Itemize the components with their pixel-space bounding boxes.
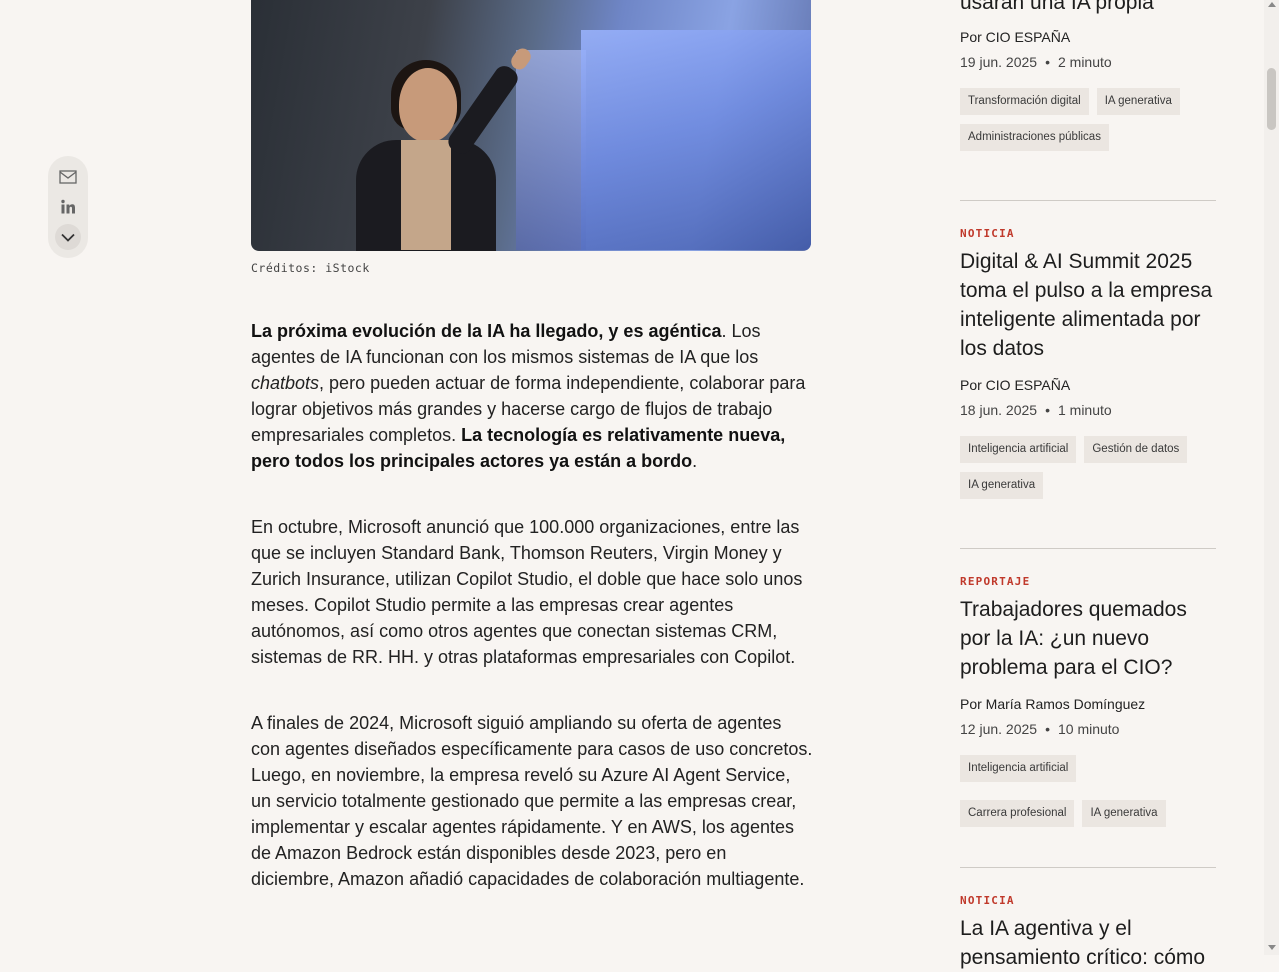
tag[interactable]: IA generativa [960,472,1044,499]
card-kicker: REPORTAJE [960,575,1031,588]
hero-image [251,0,811,251]
divider [960,200,1216,201]
tag[interactable]: Inteligencia artificial [960,436,1077,463]
card-byline: Por CIO ESPAÑA [960,377,1071,393]
card-title[interactable]: Digital & AI Summit 2025 toma el pulso a… [960,247,1216,363]
share-rail [48,156,88,258]
related-card-3[interactable]: La IA agentiva y el pensamiento crítico:… [960,914,1216,972]
scroll-up-icon[interactable] [1268,2,1276,7]
tag[interactable]: Inteligencia artificial [960,755,1077,782]
card-read-time: 2 minuto [1057,54,1112,70]
linkedin-icon[interactable] [55,194,81,220]
article-paragraph-1: La próxima evolución de la IA ha llegado… [251,318,813,474]
card-title[interactable]: usarán una IA propia [960,0,1216,17]
card-date: 18 jun. 2025 [960,402,1038,418]
lead-bold: La próxima evolución de la IA ha llegado… [251,321,722,341]
card-date: 19 jun. 2025 [960,54,1038,70]
related-card-0[interactable]: usarán una IA propia [960,0,1216,17]
tag[interactable]: Transformación digital [960,88,1089,115]
tag[interactable]: IA generativa [1082,800,1166,827]
tag[interactable]: IA generativa [1096,88,1180,115]
image-caption: Créditos: iStock [251,261,370,275]
chevron-down-icon[interactable] [55,224,81,250]
card-read-time: 10 minuto [1057,721,1120,737]
card-kicker: NOTICIA [960,227,1015,240]
italic-term: chatbots [251,373,320,393]
card-byline: Por María Ramos Domínguez [960,696,1146,712]
related-card-1[interactable]: Digital & AI Summit 2025 toma el pulso a… [960,247,1216,363]
card-tags: Transformación digital IA generativa Adm… [960,88,1216,151]
tag[interactable]: Administraciones públicas [960,124,1109,151]
article-paragraph-2: En octubre, Microsoft anunció que 100.00… [251,517,803,667]
card-tags: Inteligencia artificial Gestión de datos… [960,436,1216,499]
text-span: . [692,451,698,471]
divider [960,867,1216,868]
divider [960,548,1216,549]
card-read-time: 1 minuto [1057,402,1112,418]
tag[interactable]: Gestión de datos [1084,436,1188,463]
card-kicker: NOTICIA [960,894,1015,907]
card-byline: Por CIO ESPAÑA [960,29,1071,45]
related-card-2[interactable]: Trabajadores quemados por la IA: ¿un nue… [960,595,1216,682]
card-title[interactable]: La IA agentiva y el pensamiento crítico:… [960,914,1216,972]
card-meta: 12 jun. 2025 • 10 minuto [960,721,1120,737]
card-date: 12 jun. 2025 [960,721,1038,737]
card-tags: Inteligencia artificial Carrera profesio… [960,755,1216,827]
scroll-down-icon[interactable] [1268,945,1276,950]
scroll-thumb[interactable] [1267,68,1276,130]
tag[interactable]: Carrera profesional [960,800,1075,827]
scrollbar[interactable] [1264,0,1279,955]
card-meta: 19 jun. 2025 • 2 minuto [960,54,1112,70]
mail-icon[interactable] [55,164,81,190]
article-paragraph-3: A finales de 2024, Microsoft siguió ampl… [251,713,813,889]
card-meta: 18 jun. 2025 • 1 minuto [960,402,1112,418]
card-title[interactable]: Trabajadores quemados por la IA: ¿un nue… [960,595,1216,682]
